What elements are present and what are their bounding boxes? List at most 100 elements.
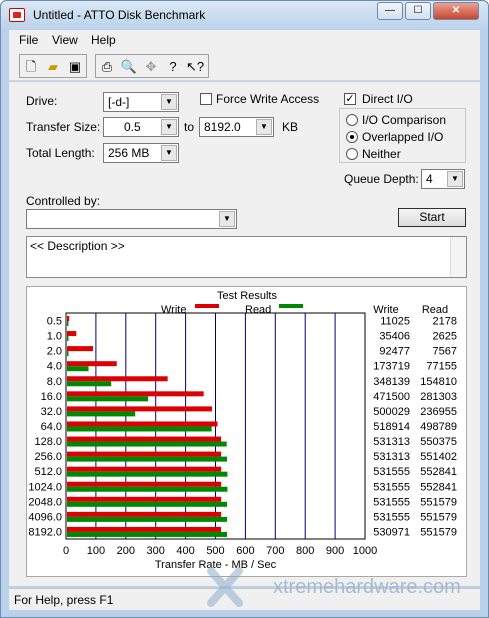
x-tick-label: 800 xyxy=(296,545,314,557)
read-value-label: 7567 xyxy=(433,346,457,358)
menu-help[interactable]: Help xyxy=(91,33,116,47)
status-text: For Help, press F1 xyxy=(14,593,114,607)
drive-select[interactable]: [-d-] ▼ xyxy=(103,92,179,112)
category-label: 256.0 xyxy=(34,451,62,463)
category-label: 4096.0 xyxy=(28,511,62,523)
write-value-label: 35406 xyxy=(379,331,410,343)
drive-label: Drive: xyxy=(26,94,58,108)
save-icon[interactable]: ▣ xyxy=(64,55,86,77)
bar-read xyxy=(67,366,89,372)
open-folder-icon[interactable]: ▰ xyxy=(42,55,64,77)
maximize-button[interactable]: ☐ xyxy=(405,2,431,20)
bar-write xyxy=(67,361,117,367)
category-label: 128.0 xyxy=(34,436,62,448)
bar-read xyxy=(67,411,136,417)
bar-write xyxy=(67,511,222,517)
read-value-label: 2178 xyxy=(433,316,457,328)
io-comparison-radio[interactable] xyxy=(346,114,358,126)
watermark-text: xtremehardware.com xyxy=(273,576,461,598)
neither-radio[interactable] xyxy=(346,148,358,160)
category-label: 4.0 xyxy=(47,361,62,373)
help-icon[interactable]: ? xyxy=(162,55,184,77)
total-length-select[interactable]: 256 MB ▼ xyxy=(103,143,179,163)
bar-read xyxy=(67,336,69,342)
minimize-button[interactable]: — xyxy=(377,2,403,20)
x-tick-label: 0 xyxy=(63,545,69,557)
legend-write-swatch xyxy=(195,304,219,308)
description-box[interactable]: << Description >> xyxy=(26,236,467,278)
context-help-icon[interactable]: ↖? xyxy=(184,55,206,77)
write-value-label: 531313 xyxy=(373,436,410,448)
to-label: to xyxy=(184,120,195,134)
chevron-down-icon[interactable]: ▼ xyxy=(161,119,177,135)
queue-depth-value: 4 xyxy=(426,172,433,186)
overlapped-io-radio[interactable] xyxy=(346,131,358,143)
category-label: 0.5 xyxy=(47,316,62,328)
direct-io-checkbox[interactable]: ✓ xyxy=(344,93,356,105)
total-length-label: Total Length: xyxy=(26,146,95,160)
chevron-down-icon[interactable]: ▼ xyxy=(161,94,177,110)
chevron-down-icon[interactable]: ▼ xyxy=(256,119,272,135)
controlled-by-label: Controlled by: xyxy=(26,194,101,208)
write-value-label: 530971 xyxy=(373,526,410,538)
atto-app-icon xyxy=(9,8,25,22)
bar-write xyxy=(67,496,222,502)
new-document-icon[interactable]: 🗋 xyxy=(20,55,42,77)
queue-depth-label: Queue Depth: xyxy=(344,172,419,186)
window-title: Untitled - ATTO Disk Benchmark xyxy=(33,8,206,22)
bar-read xyxy=(67,501,228,507)
results-chart: Test ResultsWrite Read Write Read0 100 200 300… xyxy=(28,290,457,571)
write-value-label: 531555 xyxy=(373,511,410,523)
x-tick-label: 1000 xyxy=(353,545,377,557)
chevron-down-icon[interactable]: ▼ xyxy=(447,171,463,187)
read-value-label: 236955 xyxy=(420,406,457,418)
print-icon[interactable]: ⎙ xyxy=(96,55,118,77)
chevron-down-icon[interactable]: ▼ xyxy=(219,211,235,227)
bar-read xyxy=(67,471,228,477)
x-tick-label: 300 xyxy=(147,545,165,557)
write-value-label: 500029 xyxy=(373,406,410,418)
category-label: 16.0 xyxy=(41,391,62,403)
transfer-size-to-select[interactable]: 8192.0 ▼ xyxy=(199,117,274,137)
bar-write xyxy=(67,331,77,337)
direct-io-label: Direct I/O xyxy=(362,92,413,106)
start-button[interactable]: Start xyxy=(398,208,466,227)
force-write-label: Force Write Access xyxy=(216,92,320,106)
write-value-label: 471500 xyxy=(373,391,410,403)
bar-write xyxy=(67,481,222,487)
force-write-checkbox[interactable] xyxy=(200,93,212,105)
neither-label: Neither xyxy=(362,147,401,161)
queue-depth-select[interactable]: 4 ▼ xyxy=(421,169,465,189)
transfer-size-from-select[interactable]: 0.5 ▼ xyxy=(103,117,179,137)
category-label: 8.0 xyxy=(47,376,62,388)
toolbar: 🗋 ▰ ▣ ⎙ 🔍 ✥ ? ↖? xyxy=(9,50,480,81)
overlapped-io-label: Overlapped I/O xyxy=(362,130,444,144)
x-tick-label: 200 xyxy=(117,545,135,557)
read-value-label: 552841 xyxy=(420,466,457,478)
close-button[interactable]: ✕ xyxy=(433,2,479,20)
menu-bar: File View Help xyxy=(9,30,480,50)
read-column-header: Read xyxy=(422,304,448,316)
bar-read xyxy=(67,381,112,387)
bar-read xyxy=(67,351,69,357)
controlled-by-select[interactable]: ▼ xyxy=(26,209,237,229)
menu-file[interactable]: File xyxy=(19,33,38,47)
category-label: 64.0 xyxy=(41,421,62,433)
transfer-from-value: 0.5 xyxy=(124,120,141,134)
move-icon[interactable]: ✥ xyxy=(140,55,162,77)
print-preview-icon[interactable]: 🔍 xyxy=(118,55,140,77)
read-value-label: 550375 xyxy=(420,436,457,448)
menu-view[interactable]: View xyxy=(52,33,78,47)
tools-toolbar-group: ⎙ 🔍 ✥ ? ↖? xyxy=(95,54,209,78)
read-value-label: 551579 xyxy=(420,511,457,523)
write-value-label: 11025 xyxy=(380,316,410,328)
write-value-label: 531313 xyxy=(373,451,410,463)
chevron-down-icon[interactable]: ▼ xyxy=(161,145,177,161)
title-bar[interactable]: Untitled - ATTO Disk Benchmark — ☐ ✕ xyxy=(1,1,488,29)
description-scrollbar[interactable] xyxy=(450,237,466,277)
x-tick-label: 900 xyxy=(326,545,344,557)
bar-read xyxy=(67,441,227,447)
x-logo-icon xyxy=(207,567,243,607)
category-label: 1.0 xyxy=(47,331,62,343)
write-value-label: 531555 xyxy=(373,496,410,508)
